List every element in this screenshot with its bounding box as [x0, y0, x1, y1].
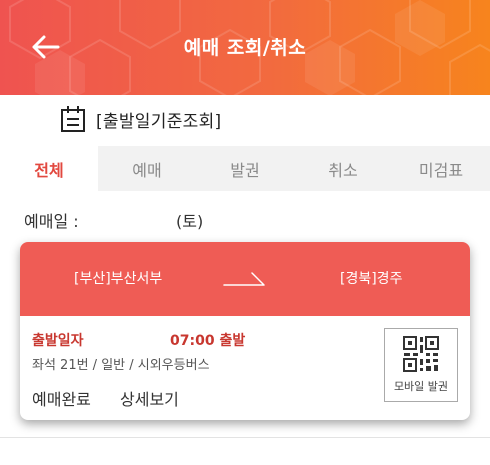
tab-all[interactable]: 전체 — [0, 146, 98, 191]
tab-cancelled[interactable]: 취소 — [294, 146, 392, 191]
route-arrow-icon — [223, 272, 265, 286]
search-criteria[interactable]: [출발일기준조회] — [60, 104, 221, 134]
departure-terminal: [부산]부산서부 — [74, 271, 163, 287]
seat-info: 좌석 21번 / 일반 / 시외우등버스 — [32, 358, 210, 373]
reservation-date-row: 예매일 : (토) — [24, 206, 464, 232]
tab-unchecked[interactable]: 미검표 — [392, 146, 490, 191]
tab-reserved[interactable]: 예매 — [98, 146, 196, 191]
ticket-details: 출발일자 07:00 출발 좌석 21번 / 일반 / 시외우등버스 예매완료 … — [20, 316, 470, 420]
tab-issued[interactable]: 발권 — [196, 146, 294, 191]
calendar-icon — [61, 106, 85, 132]
view-details-link[interactable]: 상세보기 — [120, 386, 179, 410]
ticket-card: [부산]부산서부 [경북]경주 출발일자 07:00 출발 좌석 21번 / 일… — [20, 242, 470, 420]
bottom-divider — [0, 437, 490, 438]
reservation-status: 예매완료 — [32, 390, 91, 409]
mobile-ticket-label: 모바일 발권 — [393, 380, 449, 393]
route-banner[interactable]: [부산]부산서부 [경북]경주 — [20, 242, 470, 316]
app-header: 예매 조회/취소 — [0, 0, 490, 95]
page-title: 예매 조회/취소 — [183, 37, 307, 59]
filter-tabs: 전체 예매 발권 취소 미검표 — [0, 146, 490, 191]
reservation-date-day: (토) — [176, 212, 204, 231]
mobile-ticket-button[interactable]: 모바일 발권 — [384, 328, 458, 402]
search-criteria-label: [출발일기준조회] — [96, 111, 222, 132]
departure-date-label: 출발일자 — [32, 333, 84, 349]
departure-time: 07:00 출발 — [170, 333, 246, 349]
qr-code-icon — [403, 336, 439, 372]
reservation-date-label: 예매일 : — [24, 212, 79, 231]
arrival-terminal: [경북]경주 — [340, 271, 403, 287]
